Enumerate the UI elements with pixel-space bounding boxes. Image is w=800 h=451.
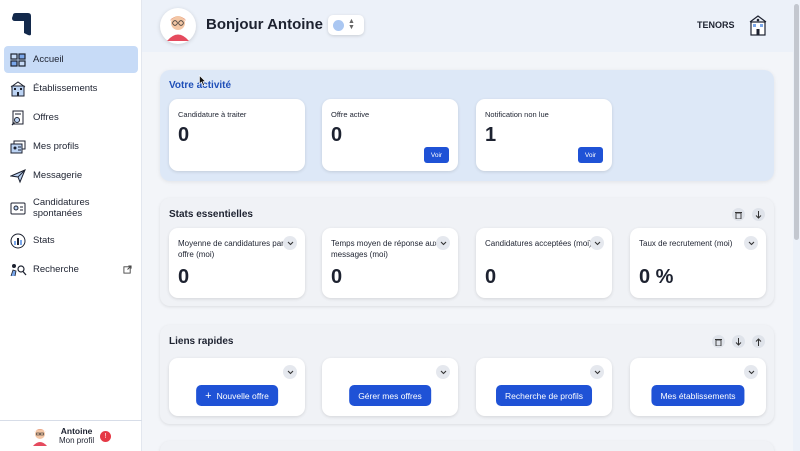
my-establishments-button[interactable]: Mes établissements [651, 385, 745, 406]
id-card-icon [9, 199, 27, 217]
card-label: Candidature à traiter [178, 110, 247, 119]
chevron-down-icon[interactable] [436, 365, 450, 379]
sidebar-item-label: Stats [33, 235, 55, 246]
trash-icon[interactable] [712, 335, 725, 348]
avatar-illustration [167, 16, 189, 41]
buildings-icon [9, 80, 27, 98]
quick-links-title: Liens rapides [169, 336, 234, 347]
chevron-down-icon[interactable] [283, 236, 297, 250]
document-search-icon [9, 109, 27, 127]
card-label: Offre active [331, 110, 370, 119]
sidebar-item-mes-profils[interactable]: Mes profils [4, 133, 138, 160]
app-logo[interactable] [10, 12, 32, 36]
card-value: 0 % [639, 266, 674, 288]
voir-offre-button[interactable]: Voir [424, 147, 449, 163]
sidebar-item-messagerie[interactable]: Messagerie [4, 162, 138, 189]
card-label: Candidatures acceptées (moi) [485, 239, 592, 248]
profiles-icon [9, 138, 27, 156]
sidebar: Accueil Établissements Offres Mes profil… [0, 0, 142, 451]
sidebar-item-offres[interactable]: Offres [4, 104, 138, 131]
card-value: 0 [178, 266, 190, 288]
arrow-down-icon[interactable] [752, 208, 765, 221]
sidebar-item-label: Mes profils [33, 141, 79, 152]
activity-card-candidatures: Candidature à traiter 0 [169, 99, 305, 171]
profile-text: Antoine Mon profil [59, 426, 94, 446]
sidebar-item-accueil[interactable]: Accueil [4, 46, 138, 73]
stats-chart-icon [9, 232, 27, 250]
arrow-down-icon[interactable] [732, 335, 745, 348]
stat-card: Candidatures acceptées (moi) 0 [476, 228, 612, 298]
profile-link[interactable]: Mon profil [59, 436, 94, 446]
next-section [160, 441, 774, 451]
sidebar-item-candidatures-spontanees[interactable]: Candidatures spontanées [4, 191, 138, 225]
card-value: 0 [485, 266, 497, 288]
chevron-down-icon[interactable] [436, 236, 450, 250]
chevron-up-down-icon: ▲ ▼ [348, 18, 355, 31]
stat-card: Moyenne de candidatures par offre (moi) … [169, 228, 305, 298]
building-icon[interactable] [748, 14, 768, 36]
card-label: Taux de recrutement (moi) [639, 239, 733, 248]
quick-link-card: Mes établissements [630, 358, 766, 416]
header-avatar[interactable] [160, 8, 196, 44]
chevron-down-icon[interactable] [283, 365, 297, 379]
cursor-icon [199, 75, 206, 86]
stats-title: Stats essentielles [169, 209, 253, 220]
alert-badge: ! [100, 430, 112, 442]
sidebar-item-label: Messagerie [33, 170, 83, 181]
stat-card: Taux de recrutement (moi) 0 % [630, 228, 766, 298]
stats-section: Stats essentielles Moyenne de candidatur… [160, 198, 774, 306]
activity-card-offre: Offre active 0 Voir [322, 99, 458, 171]
button-label: Nouvelle offre [216, 390, 269, 401]
sidebar-item-etablissements[interactable]: Établissements [4, 75, 138, 102]
company-name: TENORS [697, 20, 735, 30]
sidebar-nav: Accueil Établissements Offres Mes profil… [4, 46, 138, 285]
sidebar-item-label: Établissements [33, 83, 98, 94]
sidebar-item-label: Candidatures spontanées [33, 197, 90, 219]
chevron-down-icon[interactable] [590, 365, 604, 379]
sidebar-item-label: Offres [33, 112, 59, 123]
home-grid-icon [9, 51, 27, 69]
trash-icon[interactable] [732, 208, 745, 221]
manage-offers-button[interactable]: Gérer mes offres [349, 385, 431, 406]
activity-card-notification: Notification non lue 1 Voir [476, 99, 612, 171]
chevron-down-icon[interactable] [744, 236, 758, 250]
sidebar-item-label: Recherche [33, 264, 79, 275]
search-people-icon [9, 261, 27, 279]
card-label: Moyenne de candidatures par offre (moi) [178, 239, 284, 259]
chevron-down-icon[interactable] [590, 236, 604, 250]
card-label: Temps moyen de réponse aux messages (moi… [331, 239, 439, 259]
color-picker[interactable]: ▲ ▼ [328, 15, 364, 35]
color-swatch [333, 19, 344, 31]
sidebar-item-stats[interactable]: Stats [4, 227, 138, 254]
new-offer-button[interactable]: + Nouvelle offre [196, 385, 278, 406]
avatar [33, 429, 47, 446]
card-value: 0 [178, 124, 190, 146]
card-value: 0 [331, 266, 343, 288]
plus-icon: + [205, 389, 212, 402]
sidebar-item-recherche[interactable]: Recherche [4, 256, 138, 283]
profile-search-button[interactable]: Recherche de profils [496, 385, 592, 406]
stat-card: Temps moyen de réponse aux messages (moi… [322, 228, 458, 298]
card-value: 0 [331, 124, 343, 146]
scrollbar-thumb[interactable] [794, 4, 799, 240]
card-value: 1 [485, 124, 497, 146]
scrollbar[interactable] [793, 0, 800, 451]
activity-section: Votre activité Candidature à traiter 0 O… [160, 70, 774, 181]
profile-name: Antoine [60, 426, 93, 436]
quick-link-card: + Nouvelle offre [169, 358, 305, 416]
quick-link-card: Gérer mes offres [322, 358, 458, 416]
top-header: Bonjour Antoine ▲ ▼ TENORS [142, 0, 800, 52]
external-link-icon [123, 265, 132, 274]
sidebar-item-label: Accueil [33, 54, 64, 65]
arrow-up-icon[interactable] [752, 335, 765, 348]
quick-link-card: Recherche de profils [476, 358, 612, 416]
profile-footer[interactable]: Antoine Mon profil ! [0, 420, 142, 451]
voir-notification-button[interactable]: Voir [578, 147, 603, 163]
chevron-down-icon[interactable] [744, 365, 758, 379]
paper-plane-icon [9, 167, 27, 185]
greeting-title: Bonjour Antoine [206, 16, 323, 33]
card-label: Notification non lue [485, 110, 549, 119]
quick-links-section: Liens rapides + Nouvelle offre Gérer mes… [160, 325, 774, 424]
